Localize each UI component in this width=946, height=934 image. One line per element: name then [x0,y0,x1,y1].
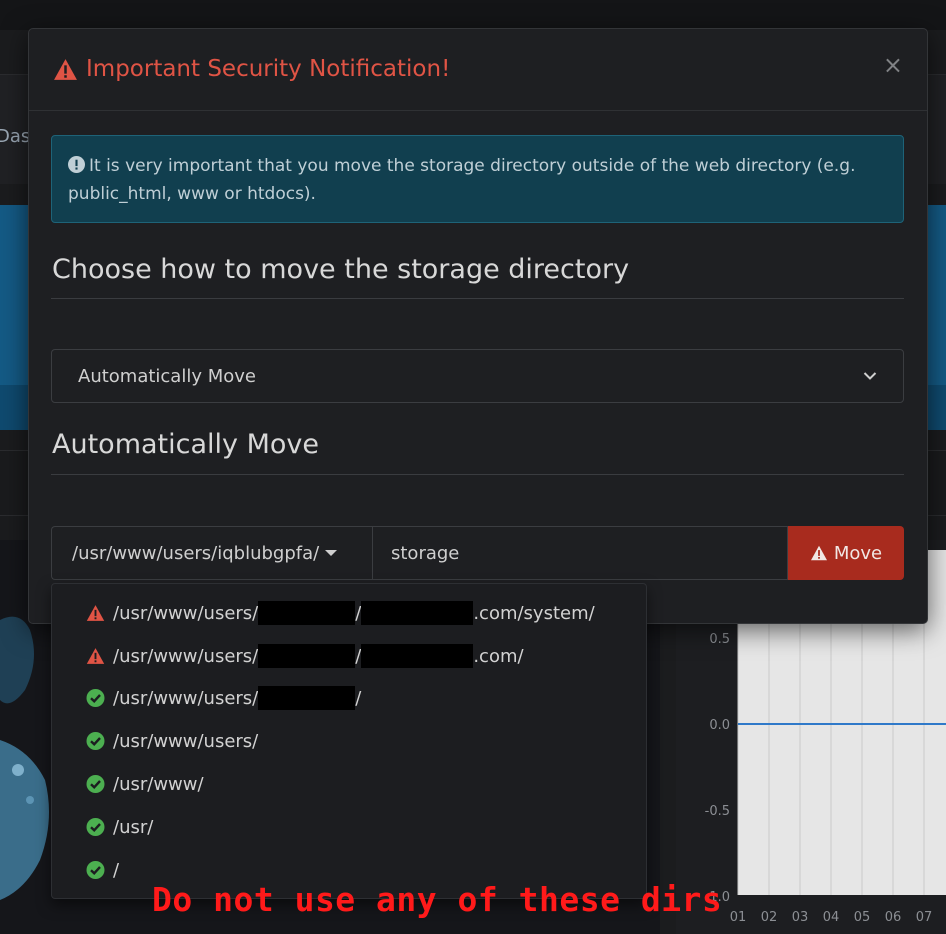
chart-x-tick-label: 03 [792,910,809,925]
chart-x-tick-label: 01 [730,910,747,925]
exclamation-circle-icon [68,156,85,173]
modal-title-text: Important Security Notification! [86,56,451,82]
check-circle-icon [86,818,105,836]
modal-header: Important Security Notification! × [29,29,927,111]
redaction-bar [258,601,356,625]
check-circle-icon [86,861,105,879]
move-button-label: Move [833,542,883,564]
check-circle-icon [86,689,105,707]
redaction-bar [258,686,356,710]
dropdown-item[interactable]: /usr/www/users/ [86,726,258,756]
move-button[interactable]: Move [788,526,904,580]
chart-y-tick-label: 0.0 [709,718,730,733]
chart-x-tick-label: 04 [823,910,840,925]
close-icon[interactable]: × [883,51,903,79]
redaction-bar [361,601,474,625]
chart-y-tick-label: -0.5 [705,804,730,819]
divider [51,298,904,299]
dropdown-item[interactable]: /usr/www/users/ / .com/system/ [86,598,595,628]
dropdown-item-prefix: /usr/www/users/ [113,645,259,667]
dropdown-item-label: / [113,859,120,881]
warning-triangle-icon [54,58,77,80]
info-alert: It is very important that you move the s… [51,135,904,223]
dropdown-item-suffix: .com/system/ [473,602,595,624]
redaction-bar [361,644,474,668]
dropdown-item-separator: / [355,687,362,709]
chevron-down-icon [863,372,877,380]
dropdown-item[interactable]: / [86,855,119,885]
dropdown-item-suffix: .com/ [473,645,524,667]
background-top-bar [0,0,946,30]
dropdown-item-prefix: /usr/www/users/ [113,687,259,709]
dropdown-item-label: /usr/www/users/ [113,730,259,752]
check-circle-icon [86,775,105,793]
warning-triangle-icon [86,648,105,664]
chart-x-tick-label: 05 [854,910,871,925]
modal-title: Important Security Notification! [53,56,450,82]
dropdown-item[interactable]: /usr/www/ [86,769,204,799]
divider [51,474,904,475]
annotation-text: Do not use any of these dirs [152,880,723,919]
storage-folder-input[interactable] [372,526,788,580]
move-input-group: /usr/www/users/iqblubgpfa/ Move [51,526,904,580]
chart-x-tick-label: 02 [761,910,778,925]
chart-x-tick-label: 07 [916,910,933,925]
redaction-bar [258,644,356,668]
move-method-value: Automatically Move [78,365,256,387]
warning-triangle-icon [810,545,827,561]
path-dropdown-button[interactable]: /usr/www/users/iqblubgpfa/ [51,526,372,580]
dropdown-item[interactable]: /usr/ [86,812,153,842]
security-modal: Important Security Notification! × It is… [28,28,928,624]
chart-y-tick-label: 0.5 [709,632,730,647]
move-method-select[interactable]: Automatically Move [51,349,904,403]
dropdown-item-prefix: /usr/www/users/ [113,602,259,624]
check-circle-icon [86,732,105,750]
dropdown-item[interactable]: /usr/www/users/ / [86,683,361,713]
path-dropdown-menu: /usr/www/users/ / .com/system/ /usr/www/… [51,583,647,899]
path-dropdown-value: /usr/www/users/iqblubgpfa/ [72,542,320,564]
warning-triangle-icon [86,605,105,621]
dropdown-item-label: /usr/www/ [113,773,204,795]
alert-text: It is very important that you move the s… [68,156,856,204]
caret-down-icon [325,550,338,556]
dropdown-item[interactable]: /usr/www/users/ / .com/ [86,641,524,671]
section-heading-choose: Choose how to move the storage directory [52,254,630,285]
chart-x-tick-label: 06 [885,910,902,925]
dropdown-item-label: /usr/ [113,816,154,838]
section-heading-automatic: Automatically Move [52,429,319,460]
